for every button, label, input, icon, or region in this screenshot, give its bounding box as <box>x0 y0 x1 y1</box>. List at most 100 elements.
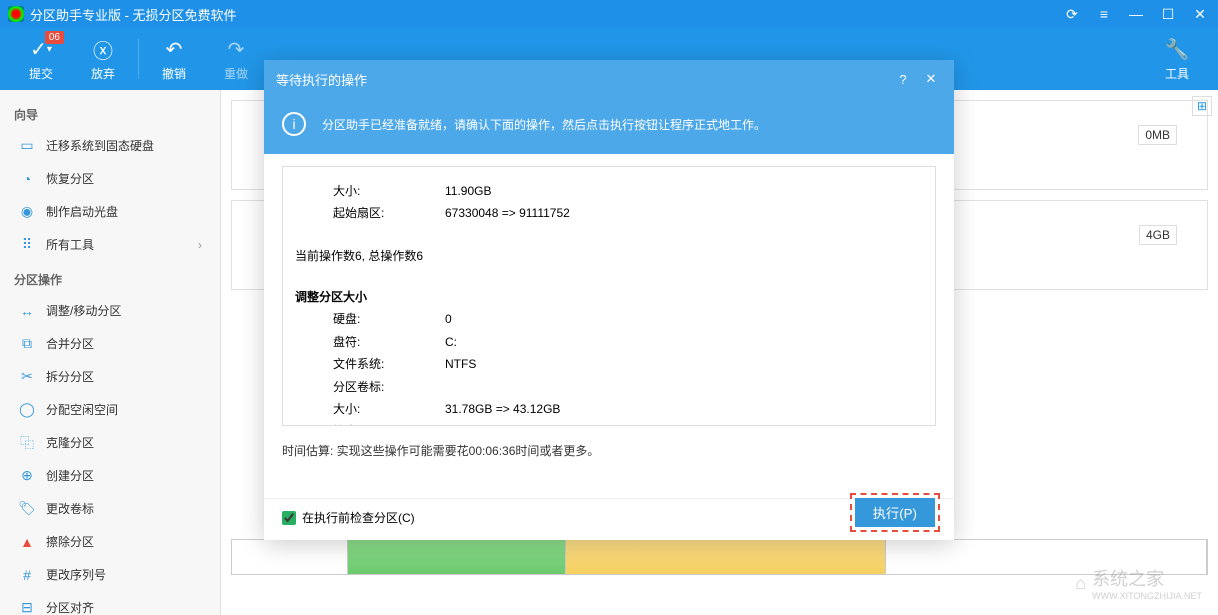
checkbox-input[interactable] <box>282 511 296 525</box>
clone-icon: ⿻ <box>18 435 36 451</box>
window-title: 分区助手专业版 - 无损分区免费软件 <box>30 5 1062 24</box>
sidebar-item-allocate[interactable]: ◯ 分配空闲空间 <box>0 393 220 426</box>
partition-segment[interactable] <box>566 540 887 574</box>
rsize-val: 31.78GB => 43.12GB <box>425 399 560 419</box>
undo-icon: ↶ <box>161 37 187 63</box>
sidebar-item-serial[interactable]: #更改序列号 <box>0 558 220 591</box>
separator <box>138 39 139 79</box>
sidebar-item-label: 迁移系统到固态硬盘 <box>46 137 154 154</box>
rsize-label: 大小: <box>333 399 423 419</box>
sidebar-item-migrate[interactable]: ▭ 迁移系统到固态硬盘 <box>0 129 220 162</box>
op-count-text: 当前操作数6, 总操作数6 <box>295 246 923 266</box>
redo-label: 重做 <box>224 65 248 82</box>
label: 更改卷标 <box>46 500 94 517</box>
discard-button[interactable]: ⓧ 放弃 <box>72 33 134 86</box>
watermark: ⌂ 系统之家 WWW.XITONGZHIJIA.NET <box>1075 565 1202 601</box>
size-label: 大小: <box>333 181 423 201</box>
disk-strip-panel <box>231 535 1208 595</box>
pie-icon: ◔ <box>18 171 36 187</box>
allocate-icon: ◯ <box>18 402 36 418</box>
vol-label: 分区卷标: <box>333 377 423 397</box>
redo-button[interactable]: ↷ 重做 <box>205 33 267 86</box>
dialog-info-text: 分区助手已经准备就绪，请确认下面的操作，然后点击执行按钮让程序正式地工作。 <box>322 116 766 133</box>
label: 分配空闲空间 <box>46 401 118 418</box>
label: 擦除分区 <box>46 533 94 550</box>
tools-button[interactable]: 🔧 工具 <box>1146 33 1208 86</box>
label: 更改序列号 <box>46 566 106 583</box>
sidebar-item-merge[interactable]: ⧉ 合并分区 <box>0 327 220 360</box>
close-icon[interactable]: ✕ <box>1190 4 1210 24</box>
check-partitions-checkbox[interactable]: 在执行前检查分区(C) <box>282 509 415 526</box>
wipe-icon: ▲ <box>18 534 36 550</box>
sidebar-item-wipe[interactable]: ▲ 擦除分区 <box>0 525 220 558</box>
operations-list[interactable]: 大小:11.90GB 起始扇区:67330048 => 91111752 当前操… <box>282 166 936 426</box>
ops-section-title: 分区操作 <box>0 261 220 294</box>
titlebar: 分区助手专业版 - 无损分区免费软件 ⟳ ≡ — ☐ ✕ <box>0 0 1218 28</box>
sidebar-item-label: 所有工具 <box>46 236 94 253</box>
info-icon: i <box>282 112 306 136</box>
pending-operations-dialog: 等待执行的操作 ? ✕ i 分区助手已经准备就绪，请确认下面的操作，然后点击执行… <box>264 60 954 540</box>
undo-button[interactable]: ↶ 撤销 <box>143 33 205 86</box>
sidebar-item-create[interactable]: ⊕ 创建分区 <box>0 459 220 492</box>
menu-icon[interactable]: ≡ <box>1094 4 1114 24</box>
dialog-title-text: 等待执行的操作 <box>276 70 886 89</box>
disc-icon: ◉ <box>18 204 36 220</box>
fs-val: NTFS <box>425 354 560 374</box>
sidebar-item-alltools[interactable]: ⠿ 所有工具 › <box>0 228 220 261</box>
disk-label: 硬盘: <box>333 309 423 329</box>
disk-size-label: 0MB <box>1138 125 1177 145</box>
execute-highlight: 执行(P) <box>850 493 940 532</box>
resize-icon: ↔ <box>18 303 36 319</box>
label: 合并分区 <box>46 335 94 352</box>
sidebar-item-label: 制作启动光盘 <box>46 203 118 220</box>
minimize-icon[interactable]: — <box>1126 4 1146 24</box>
ssd-icon: ▭ <box>18 138 36 154</box>
align-icon: ⊟ <box>18 600 36 615</box>
create-icon: ⊕ <box>18 468 36 484</box>
sidebar-item-clone[interactable]: ⿻克隆分区 <box>0 426 220 459</box>
dialog-titlebar: 等待执行的操作 ? ✕ <box>264 60 954 98</box>
watermark-text: 系统之家 <box>1092 565 1202 591</box>
sidebar-item-label: 恢复分区 <box>46 170 94 187</box>
tag-icon: 🏷 <box>18 501 36 517</box>
disk-size-label: 4GB <box>1139 225 1177 245</box>
chevron-right-icon: › <box>198 238 202 252</box>
partition-segment[interactable] <box>232 540 348 574</box>
maximize-icon[interactable]: ☐ <box>1158 4 1178 24</box>
sidebar-item-resize[interactable]: ↔ 调整/移动分区 <box>0 294 220 327</box>
checkbox-label: 在执行前检查分区(C) <box>302 509 415 526</box>
dialog-header: i 分区助手已经准备就绪，请确认下面的操作，然后点击执行按钮让程序正式地工作。 <box>264 98 954 154</box>
label: 分区对齐 <box>46 599 94 615</box>
split-icon: ✂ <box>18 369 36 385</box>
letter-label: 盘符: <box>333 332 423 352</box>
close-icon[interactable]: ✕ <box>920 68 942 90</box>
disk-val: 0 <box>425 309 560 329</box>
fs-label: 文件系统: <box>333 354 423 374</box>
wizard-section-title: 向导 <box>0 96 220 129</box>
sidebar-item-label[interactable]: 🏷 更改卷标 <box>0 492 220 525</box>
merge-icon: ⧉ <box>18 336 36 352</box>
sidebar-item-align[interactable]: ⊟ 分区对齐 <box>0 591 220 615</box>
label: 克隆分区 <box>46 434 94 451</box>
letter-val: C: <box>425 332 560 352</box>
size-val: 11.90GB <box>425 181 570 201</box>
discard-icon: ⓧ <box>90 37 116 63</box>
help-icon[interactable]: ? <box>892 68 914 90</box>
label: 创建分区 <box>46 467 94 484</box>
sidebar-item-recover[interactable]: ◔ 恢复分区 <box>0 162 220 195</box>
grid-icon: ⠿ <box>18 237 36 253</box>
label: 调整/移动分区 <box>46 302 121 319</box>
submit-button[interactable]: ✓ ▾ 06 提交 <box>10 33 72 86</box>
submit-label: 提交 <box>29 65 53 82</box>
cluster-label: 簇大小: <box>333 421 423 426</box>
partition-segment[interactable] <box>348 540 566 574</box>
sidebar-item-bootdisc[interactable]: ◉ 制作启动光盘 <box>0 195 220 228</box>
dialog-body: 大小:11.90GB 起始扇区:67330048 => 91111752 当前操… <box>264 154 954 498</box>
app-logo-icon <box>8 6 24 22</box>
refresh-icon[interactable]: ⟳ <box>1062 4 1082 24</box>
tools-label: 工具 <box>1165 65 1189 82</box>
undo-label: 撤销 <box>162 65 186 82</box>
sidebar-item-split[interactable]: ✂拆分分区 <box>0 360 220 393</box>
execute-button[interactable]: 执行(P) <box>855 498 935 527</box>
watermark-url: WWW.XITONGZHIJIA.NET <box>1092 591 1202 601</box>
